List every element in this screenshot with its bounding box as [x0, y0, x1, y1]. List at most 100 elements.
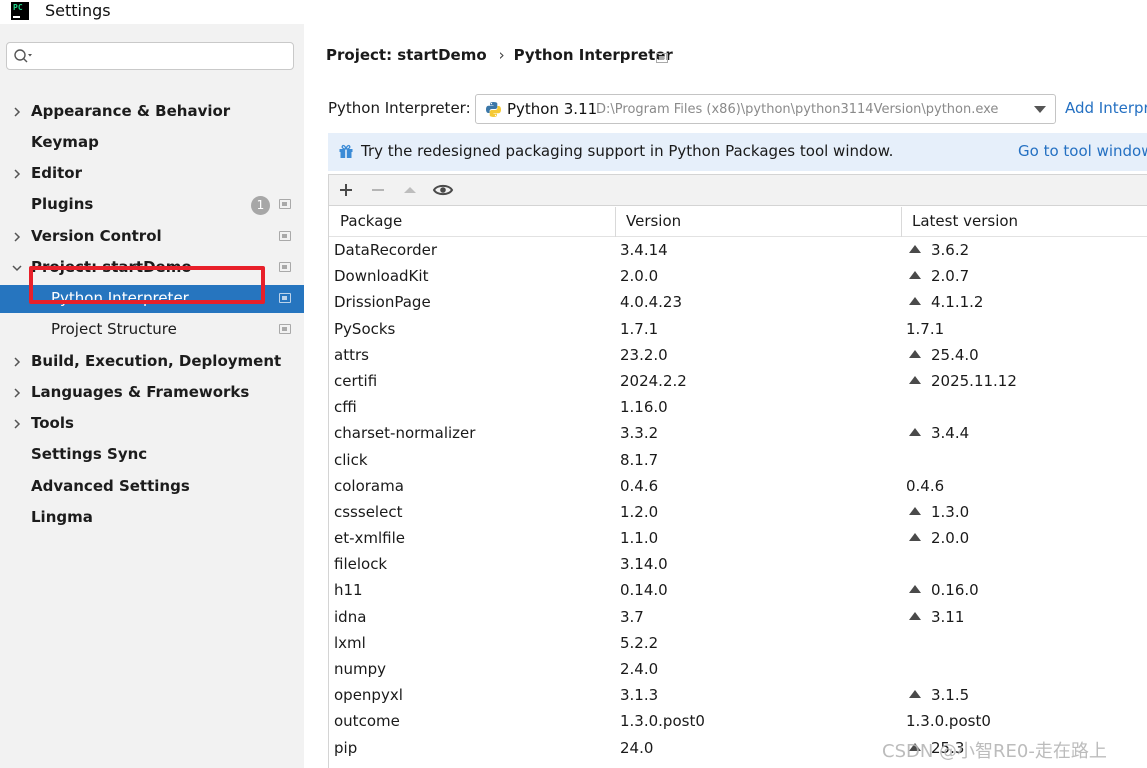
- package-version: 3.7: [620, 607, 644, 626]
- package-version: 3.14.0: [620, 555, 668, 574]
- package-name: colorama: [334, 476, 404, 495]
- go-to-tool-window-link[interactable]: Go to tool window: [1018, 142, 1147, 160]
- python-logo-icon: [486, 102, 501, 117]
- project-scope-icon: [279, 262, 291, 272]
- package-name: idna: [334, 607, 367, 626]
- package-latest-version: 4.1.1.2: [906, 293, 983, 311]
- sidebar-item-languages-frameworks[interactable]: Languages & Frameworks: [0, 379, 304, 407]
- package-latest-version: 2.0.0: [906, 529, 969, 547]
- package-version: 1.3.0.post0: [620, 712, 705, 731]
- package-version: 1.2.0: [620, 502, 659, 521]
- sidebar-item-label: Languages & Frameworks: [31, 383, 250, 401]
- sidebar-item-editor[interactable]: Editor: [0, 160, 304, 188]
- table-row[interactable]: et-xmlfile 1.1.0 2.0.0: [329, 526, 1147, 552]
- table-row[interactable]: DownloadKit 2.0.0 2.0.7: [329, 264, 1147, 290]
- table-row[interactable]: idna 3.7 3.11: [329, 605, 1147, 631]
- latest-version-text: 0.4.6: [906, 476, 945, 495]
- latest-version-text: 1.3.0: [931, 502, 970, 521]
- package-name: numpy: [334, 660, 387, 678]
- table-row[interactable]: filelock 3.14.0: [329, 552, 1147, 578]
- add-interpreter-link[interactable]: Add Interpreter: [1065, 99, 1147, 117]
- table-row[interactable]: certifi 2024.2.2 2025.11.12: [329, 369, 1147, 395]
- sidebar-item-project-structure[interactable]: Project Structure: [0, 316, 304, 344]
- interpreter-dropdown[interactable]: Python 3.11 D:\Program Files (x86)\pytho…: [475, 94, 1056, 124]
- package-latest-version: 3.11: [906, 608, 964, 626]
- upgrade-available-icon: [909, 585, 921, 594]
- column-divider[interactable]: [615, 207, 616, 237]
- latest-version-text: 0.16.0: [931, 581, 979, 600]
- chevron-right-icon[interactable]: [10, 105, 24, 119]
- upgrade-available-icon: [909, 690, 921, 699]
- breadcrumb-parent[interactable]: Project: startDemo: [326, 46, 487, 64]
- package-latest-version: 0.16.0: [906, 581, 979, 599]
- sidebar-item-appearance-behavior[interactable]: Appearance & Behavior: [0, 98, 304, 126]
- package-version: 3.3.2: [620, 424, 659, 443]
- upgrade-available-icon: [909, 611, 921, 620]
- table-row[interactable]: h11 0.14.0 0.16.0: [329, 578, 1147, 604]
- sidebar-item-advanced-settings[interactable]: Advanced Settings: [0, 473, 304, 501]
- sidebar-item-label: Lingma: [31, 508, 93, 526]
- chevron-down-icon[interactable]: [10, 261, 24, 275]
- chevron-right-icon[interactable]: [10, 386, 24, 400]
- upgrade-available-icon: [909, 375, 921, 384]
- table-row[interactable]: colorama 0.4.6 0.4.6: [329, 474, 1147, 500]
- table-row[interactable]: attrs 23.2.0 25.4.0: [329, 343, 1147, 369]
- sidebar-item-label: Editor: [31, 164, 82, 182]
- package-name: outcome: [334, 712, 400, 731]
- column-header-version[interactable]: Version: [626, 212, 681, 230]
- upgrade-available-icon: [909, 506, 921, 515]
- latest-version-text: 2.0.0: [931, 529, 970, 548]
- package-name: DownloadKit: [334, 267, 429, 286]
- package-version: 23.2.0: [620, 345, 668, 364]
- sidebar-item-label: Advanced Settings: [31, 477, 190, 495]
- upgrade-package-icon[interactable]: [398, 178, 422, 202]
- settings-sidebar: Appearance & Behavior Keymap Editor Plugins…: [0, 24, 304, 768]
- chevron-right-icon[interactable]: [10, 417, 24, 431]
- sidebar-item-tools[interactable]: Tools: [0, 410, 304, 438]
- search-icon: [14, 49, 32, 63]
- table-row[interactable]: cssselect 1.2.0 1.3.0: [329, 500, 1147, 526]
- table-row[interactable]: charset-normalizer 3.3.2 3.4.4: [329, 421, 1147, 447]
- settings-search-input[interactable]: [6, 42, 294, 70]
- sidebar-item-plugins[interactable]: Plugins 1: [0, 191, 304, 219]
- add-package-icon[interactable]: [334, 178, 358, 202]
- table-row[interactable]: openpyxl 3.1.3 3.1.5: [329, 683, 1147, 709]
- eye-icon[interactable]: [431, 178, 455, 202]
- remove-package-icon[interactable]: [366, 178, 390, 202]
- table-row[interactable]: click 8.1.7: [329, 448, 1147, 474]
- package-latest-version: 3.4.4: [906, 424, 969, 442]
- table-row[interactable]: cffi 1.16.0: [329, 395, 1147, 421]
- table-row[interactable]: outcome 1.3.0.post0 1.3.0.post0: [329, 709, 1147, 735]
- chevron-right-icon[interactable]: [10, 355, 24, 369]
- packages-table: Package Version Latest version DataRecor…: [328, 174, 1147, 768]
- table-row[interactable]: lxml 5.2.2: [329, 631, 1147, 657]
- sidebar-item-version-control[interactable]: Version Control: [0, 223, 304, 251]
- column-header-latest-version[interactable]: Latest version: [912, 212, 1018, 230]
- chevron-down-icon[interactable]: [1034, 106, 1046, 113]
- chevron-right-icon[interactable]: [10, 167, 24, 181]
- table-row[interactable]: DataRecorder 3.4.14 3.6.2: [329, 238, 1147, 264]
- table-row[interactable]: PySocks 1.7.1 1.7.1: [329, 317, 1147, 343]
- table-row[interactable]: DrissionPage 4.0.4.23 4.1.1.2: [329, 290, 1147, 316]
- package-name: DataRecorder: [334, 241, 438, 259]
- package-latest-version: 2.0.7: [906, 267, 969, 285]
- sidebar-item-lingma[interactable]: Lingma: [0, 504, 304, 532]
- package-name: h11: [334, 581, 363, 600]
- chevron-right-icon[interactable]: [10, 230, 24, 244]
- column-divider[interactable]: [901, 207, 902, 237]
- title-bar: PC Settings: [0, 0, 1147, 24]
- banner-text: Try the redesigned packaging support in …: [361, 142, 894, 160]
- sidebar-item-settings-sync[interactable]: Settings Sync: [0, 441, 304, 469]
- package-latest-version: 25.4.0: [906, 346, 979, 364]
- package-name: filelock: [334, 555, 388, 574]
- sidebar-item-build-execution-deployment[interactable]: Build, Execution, Deployment: [0, 348, 304, 376]
- package-version: 1.1.0: [620, 529, 659, 548]
- sidebar-item-label: Build, Execution, Deployment: [31, 352, 282, 370]
- package-latest-version: 1.3.0.post0: [906, 712, 991, 730]
- sidebar-item-label: Appearance & Behavior: [31, 102, 231, 120]
- table-row[interactable]: numpy 2.4.0: [329, 657, 1147, 683]
- sidebar-item-keymap[interactable]: Keymap: [0, 129, 304, 157]
- column-header-package[interactable]: Package: [340, 212, 402, 230]
- package-name: pip: [334, 738, 358, 757]
- project-scope-icon: [279, 293, 291, 303]
